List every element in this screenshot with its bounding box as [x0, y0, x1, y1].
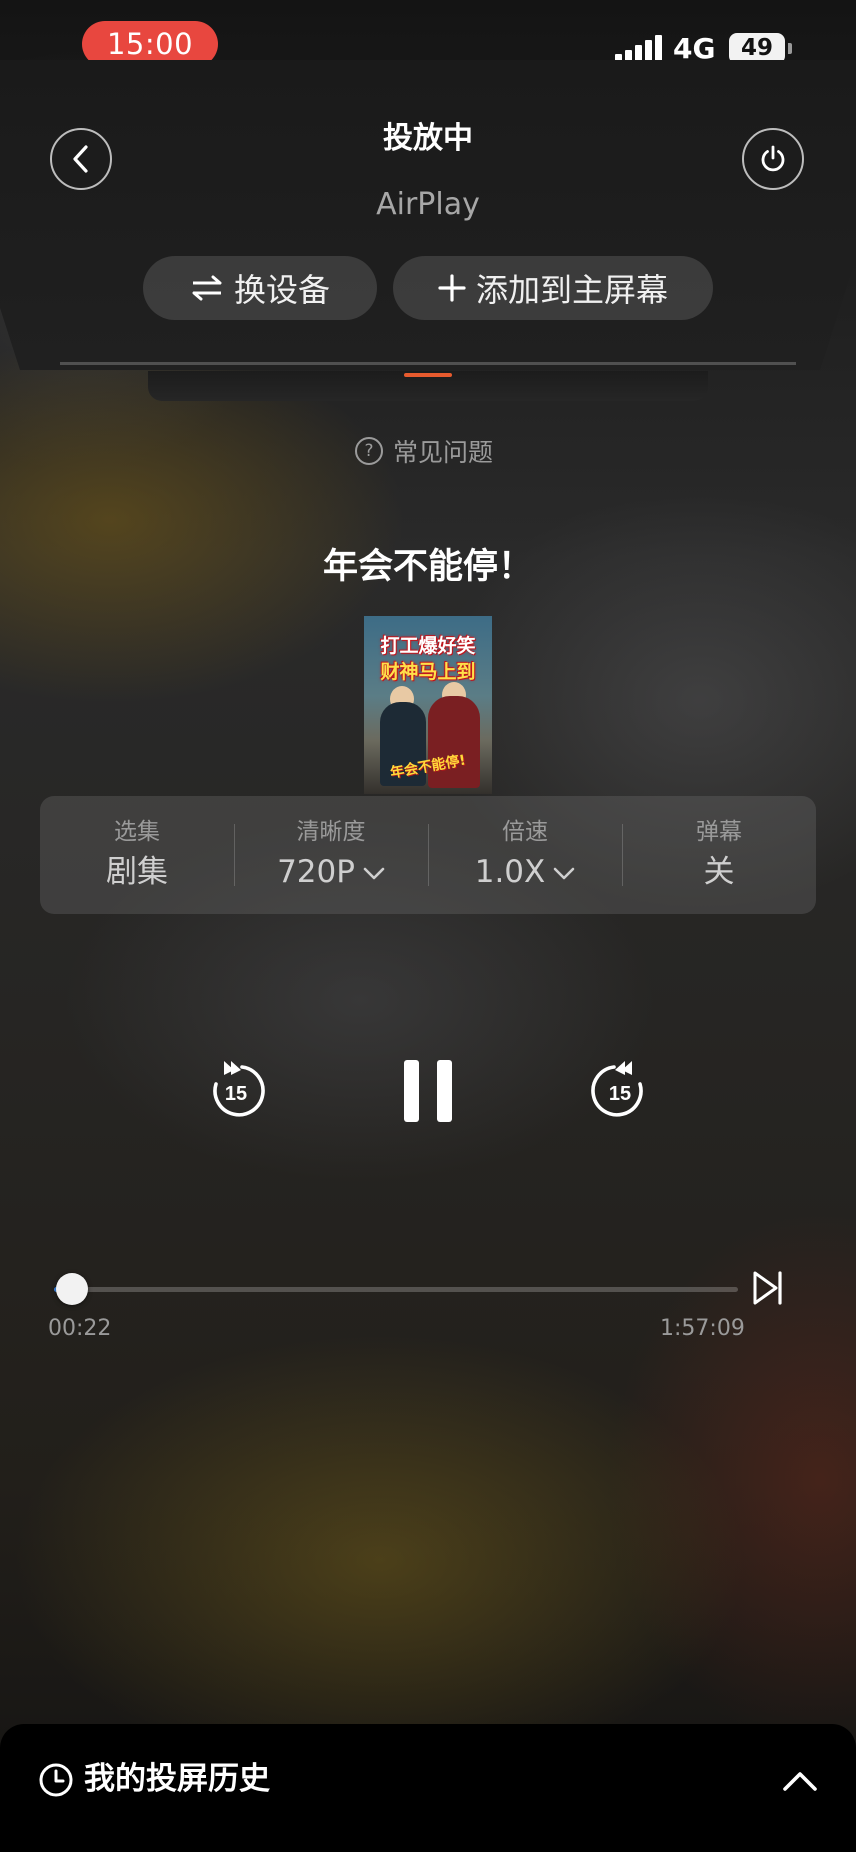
signal-icon [615, 34, 662, 64]
chevron-up-icon[interactable] [780, 1766, 820, 1794]
add-to-home-label: 添加到主屏幕 [475, 271, 668, 309]
next-episode-button[interactable] [752, 1270, 784, 1306]
setting-value: 关 [622, 851, 816, 893]
setting-value-text: 关 [703, 854, 735, 890]
rewind-seconds: 15 [225, 1083, 247, 1105]
device-name: AirPlay [376, 187, 480, 222]
setting-value-text: 剧集 [106, 854, 168, 890]
tv-indicator-light [404, 373, 452, 377]
faq-link[interactable]: ? 常见问题 [355, 434, 493, 468]
setting-value-text: 720P [277, 854, 355, 890]
setting-label: 弹幕 [696, 819, 742, 845]
rewind-15-button[interactable]: 15 [204, 1058, 268, 1122]
chevron-down-icon [363, 867, 385, 879]
setting-value-text: 1.0X [474, 854, 546, 890]
current-time: 00:22 [48, 1316, 112, 1341]
poster-text-bottom: 财神马上到 [380, 661, 476, 683]
cast-screen: 15:00 4G 49 投放中 AirPlay 换设备 添加到主屏幕 ? 常见问… [0, 0, 856, 1852]
total-duration: 1:57:09 [660, 1316, 745, 1341]
progress-thumb[interactable] [56, 1273, 88, 1305]
video-poster: 打工爆好笑 财神马上到 年会不能停! [364, 616, 492, 794]
plus-icon [438, 274, 466, 302]
chevron-down-icon [553, 867, 575, 879]
forward-15-button[interactable]: 15 [588, 1058, 652, 1122]
battery-tip [788, 43, 792, 54]
rewind-15-icon: 15 [213, 1061, 265, 1117]
clock-icon [39, 1763, 73, 1797]
setting-label: 倍速 [502, 819, 548, 845]
quality-selector[interactable]: 清晰度 720P [234, 796, 428, 914]
episode-selector[interactable]: 选集 剧集 [40, 796, 234, 914]
stop-casting-button[interactable] [742, 128, 804, 190]
setting-label: 选集 [114, 819, 160, 845]
forward-15-icon: 15 [591, 1061, 643, 1117]
cast-history-panel[interactable]: 我的投屏历史 [0, 1724, 856, 1852]
question-circle-icon: ? [355, 437, 383, 465]
switch-device-button[interactable]: 换设备 [143, 256, 377, 320]
forward-seconds: 15 [609, 1083, 631, 1105]
add-to-home-button[interactable]: 添加到主屏幕 [393, 256, 713, 320]
swap-arrows-icon [192, 275, 222, 301]
setting-value: 剧集 [40, 851, 234, 893]
progress-bar[interactable] [54, 1287, 738, 1292]
pause-icon [404, 1060, 452, 1122]
setting-label: 清晰度 [296, 819, 366, 845]
skip-next-icon [753, 1271, 782, 1305]
tv-bottom-edge [60, 362, 796, 365]
cast-history-label: 我的投屏历史 [84, 1761, 270, 1797]
video-title: 年会不能停！ [322, 547, 533, 587]
playback-settings-bar: 选集 剧集 清晰度 720P 倍速 1.0X 弹幕 关 [40, 796, 816, 914]
switch-device-label: 换设备 [233, 271, 330, 309]
battery-icon: 49 [729, 33, 785, 64]
page-title: 投放中 [383, 121, 473, 156]
setting-value: 1.0X [428, 851, 622, 893]
poster-text-top: 打工爆好笑 [380, 635, 476, 657]
setting-value: 720P [234, 851, 428, 893]
power-icon [761, 145, 785, 172]
speed-selector[interactable]: 倍速 1.0X [428, 796, 622, 914]
danmaku-toggle[interactable]: 弹幕 关 [622, 796, 816, 914]
faq-label: 常见问题 [393, 438, 494, 467]
pause-button[interactable] [394, 1052, 462, 1130]
